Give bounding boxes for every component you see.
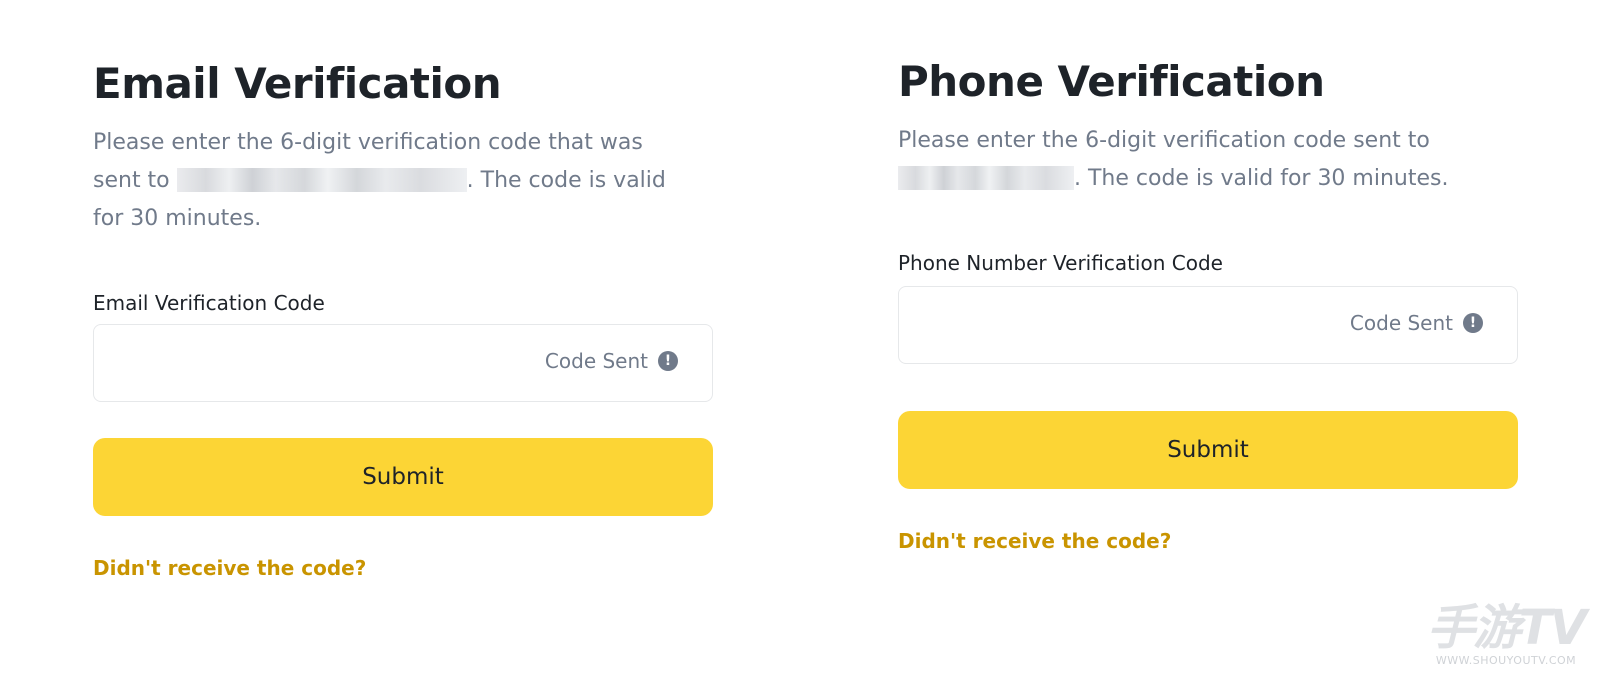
- email-code-label: Email Verification Code: [93, 291, 325, 315]
- phone-code-label: Phone Number Verification Code: [898, 251, 1223, 275]
- email-code-sent[interactable]: Code Sent !: [545, 349, 678, 373]
- phone-resend-link[interactable]: Didn't receive the code?: [898, 529, 1171, 553]
- email-resend-link[interactable]: Didn't receive the code?: [93, 556, 366, 580]
- phone-code-input[interactable]: [899, 287, 1319, 363]
- exclamation-circle-icon[interactable]: !: [1463, 313, 1483, 333]
- phone-code-sent-label: Code Sent: [1349, 311, 1453, 335]
- watermark: 手游TV WWW.SHOUYOUTV.COM: [1426, 600, 1587, 667]
- watermark-url: WWW.SHOUYOUTV.COM: [1435, 654, 1577, 667]
- email-code-sent-label: Code Sent: [544, 349, 648, 373]
- phone-description-prefix: Please enter the 6-digit verification co…: [898, 128, 1430, 153]
- phone-code-field[interactable]: Code Sent !: [898, 286, 1518, 364]
- redacted-email: [176, 168, 467, 192]
- email-code-field[interactable]: Code Sent !: [93, 324, 713, 402]
- phone-description-suffix: . The code is valid for 30 minutes.: [1074, 166, 1449, 191]
- phone-description: Please enter the 6-digit verification co…: [898, 122, 1498, 198]
- redacted-phone: [898, 166, 1074, 190]
- email-description: Please enter the 6-digit verification co…: [93, 124, 693, 238]
- phone-code-sent[interactable]: Code Sent !: [1350, 311, 1483, 335]
- watermark-logo: 手游TV: [1427, 600, 1587, 656]
- phone-title: Phone Verification: [898, 57, 1325, 106]
- email-code-input[interactable]: [94, 325, 514, 401]
- email-submit-button[interactable]: Submit: [93, 438, 713, 516]
- phone-submit-button[interactable]: Submit: [898, 411, 1518, 489]
- exclamation-circle-icon[interactable]: !: [658, 351, 678, 371]
- email-title: Email Verification: [93, 59, 502, 108]
